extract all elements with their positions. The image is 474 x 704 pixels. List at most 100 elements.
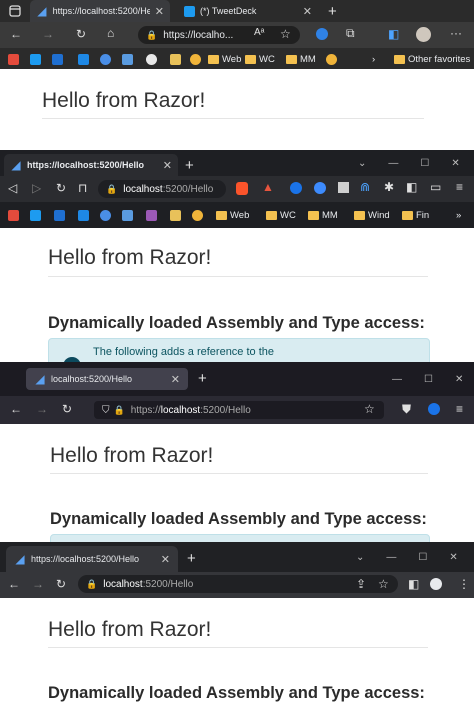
bookmark-twitter-icon[interactable] [30,207,41,223]
back-icon[interactable]: ◁ [8,181,17,195]
sidebar-icon[interactable]: ◧ [406,180,417,194]
other-favorites[interactable]: Other favorites [394,51,470,67]
bookmark-star-icon[interactable]: ☆ [378,577,389,591]
bookmark-folder-wc[interactable]: WC [245,51,275,67]
new-tab-icon[interactable]: + [328,3,337,20]
home-icon[interactable]: ⌂ [107,26,114,40]
more-menu-icon[interactable]: ··· [450,26,462,40]
close-tab-icon[interactable]: ✕ [161,553,170,566]
close-window-icon[interactable]: ✕ [455,374,463,385]
minimize-icon[interactable]: — [386,552,396,563]
tab-localhost[interactable]: ◢ https://localhost:5200/He ✕ [30,0,170,22]
side-panel-icon[interactable]: ◧ [408,577,419,591]
bookmark-folder-mm[interactable]: MM [286,51,316,67]
extension-sync-icon[interactable] [316,28,328,40]
reload-icon[interactable]: ↻ [76,27,86,41]
new-tab-icon[interactable]: + [185,157,194,174]
password-manager-icon[interactable] [428,403,440,415]
back-icon[interactable]: ← [8,577,20,591]
bookmark-outlook-icon[interactable] [54,207,65,223]
bookmark-folder-wind[interactable]: Wind [354,207,390,223]
workspaces-icon[interactable] [8,4,22,18]
share-icon[interactable]: ⇪ [356,577,366,591]
minimize-icon[interactable]: — [388,158,398,169]
tab-search-icon[interactable]: ⌄ [358,158,366,169]
bookmark-site-icon[interactable] [122,207,133,223]
forward-icon[interactable]: ▷ [32,181,41,195]
brave-rewards-icon[interactable]: ▲ [262,180,274,194]
more-menu-icon[interactable]: ⋮ [458,577,470,591]
password-manager-icon[interactable] [290,182,302,194]
close-tab-icon[interactable]: ✕ [155,5,164,18]
bookmark-profile-icon[interactable] [100,207,111,223]
extensions-icon[interactable]: ⧉ [346,26,355,41]
bookmark-site-icon[interactable] [122,51,133,67]
bookmark-folder-web[interactable]: Web [216,207,249,223]
bookmark-slack-icon[interactable] [146,207,157,223]
maximize-icon[interactable]: ☐ [424,374,433,385]
tab-localhost[interactable]: ◢ localhost:5200/Hello ✕ [26,368,188,390]
bookmark-extra-icon[interactable] [326,51,337,67]
brave-shields-icon[interactable] [236,182,248,195]
new-tab-icon[interactable]: + [187,550,196,567]
tab-search-icon[interactable]: ⌄ [356,552,364,563]
more-menu-icon[interactable]: ≡ [456,180,463,194]
bookmark-gmail-icon[interactable] [8,207,19,223]
back-icon[interactable]: ← [10,27,22,41]
pocket-icon[interactable]: ⛊ [402,402,411,417]
close-tab-icon[interactable]: ✕ [171,373,180,386]
forward-icon[interactable]: → [36,402,48,416]
bookmarks-overflow-icon[interactable]: › [372,51,375,67]
close-window-icon[interactable]: ✕ [449,552,457,563]
reload-icon[interactable]: ↻ [62,402,72,416]
bookmarks-overflow-icon[interactable]: » [456,207,461,223]
extensions-icon[interactable]: ✱ [384,180,394,194]
extension-k-icon[interactable] [338,182,349,193]
bookmark-page-icon[interactable]: ⊓ [78,181,87,195]
reload-icon[interactable]: ↻ [56,577,66,591]
new-tab-icon[interactable]: + [198,370,207,387]
collections-icon[interactable]: ◧ [388,27,399,41]
forward-icon[interactable]: → [42,27,54,41]
bookmark-folder-web[interactable]: Web [208,51,241,67]
bookmark-outlook-icon[interactable] [52,51,63,67]
bookmark-folder-mm[interactable]: MM [308,207,338,223]
bookmark-chrome-icon[interactable] [190,51,201,67]
close-tab-icon[interactable]: ✕ [303,5,312,18]
profile-avatar-icon[interactable] [416,27,431,42]
bookmark-folder-fin[interactable]: Fin [402,207,429,223]
back-icon[interactable]: ← [10,402,22,416]
address-bar[interactable]: 🔒 https://localho... [138,26,300,44]
close-tab-icon[interactable]: ✕ [163,159,172,172]
sync-icon[interactable] [314,182,326,194]
maximize-icon[interactable]: ☐ [418,552,427,563]
more-menu-icon[interactable]: ≡ [456,402,463,416]
bookmark-calendar-icon[interactable] [78,51,89,67]
read-aloud-icon[interactable]: Aᵃ [254,27,264,38]
tab-localhost[interactable]: ◢ https://localhost:5200/Hello ✕ [6,546,178,572]
forward-icon[interactable]: → [32,577,44,591]
bookmark-notes-icon[interactable] [170,51,181,67]
bookmark-chrome-icon[interactable] [192,207,203,223]
profile-icon[interactable] [430,578,442,590]
close-window-icon[interactable]: ✕ [451,158,459,169]
favorite-star-icon[interactable]: ☆ [280,27,291,41]
wallet-icon[interactable]: ▭ [430,180,441,194]
maximize-icon[interactable]: ☐ [420,158,429,169]
bookmark-github-icon[interactable] [146,51,157,67]
extension-arch-icon[interactable]: ⋒ [360,180,370,194]
minimize-icon[interactable]: — [392,374,402,385]
reload-icon[interactable]: ↻ [56,181,66,195]
tab-tweetdeck[interactable]: (*) TweetDeck ✕ [178,0,318,22]
bookmark-folder-wc[interactable]: WC [266,207,296,223]
bookmark-twitter-icon[interactable] [30,51,41,67]
address-bar[interactable]: ⛉ 🔒 https://localhost:5200/Hello [94,401,384,419]
address-bar[interactable]: 🔒 localhost:5200/Hello [98,180,226,198]
bookmark-star-icon[interactable]: ☆ [364,402,375,416]
bookmark-profile-icon[interactable] [100,51,111,67]
tab-localhost[interactable]: ◢ https://localhost:5200/Hello ✕ [4,154,178,176]
bookmark-calendar-icon[interactable] [78,207,89,223]
bookmark-notes-icon[interactable] [170,207,181,223]
address-bar[interactable]: 🔒 localhost:5200/Hello [78,575,398,593]
bookmark-gmail-icon[interactable] [8,51,19,67]
